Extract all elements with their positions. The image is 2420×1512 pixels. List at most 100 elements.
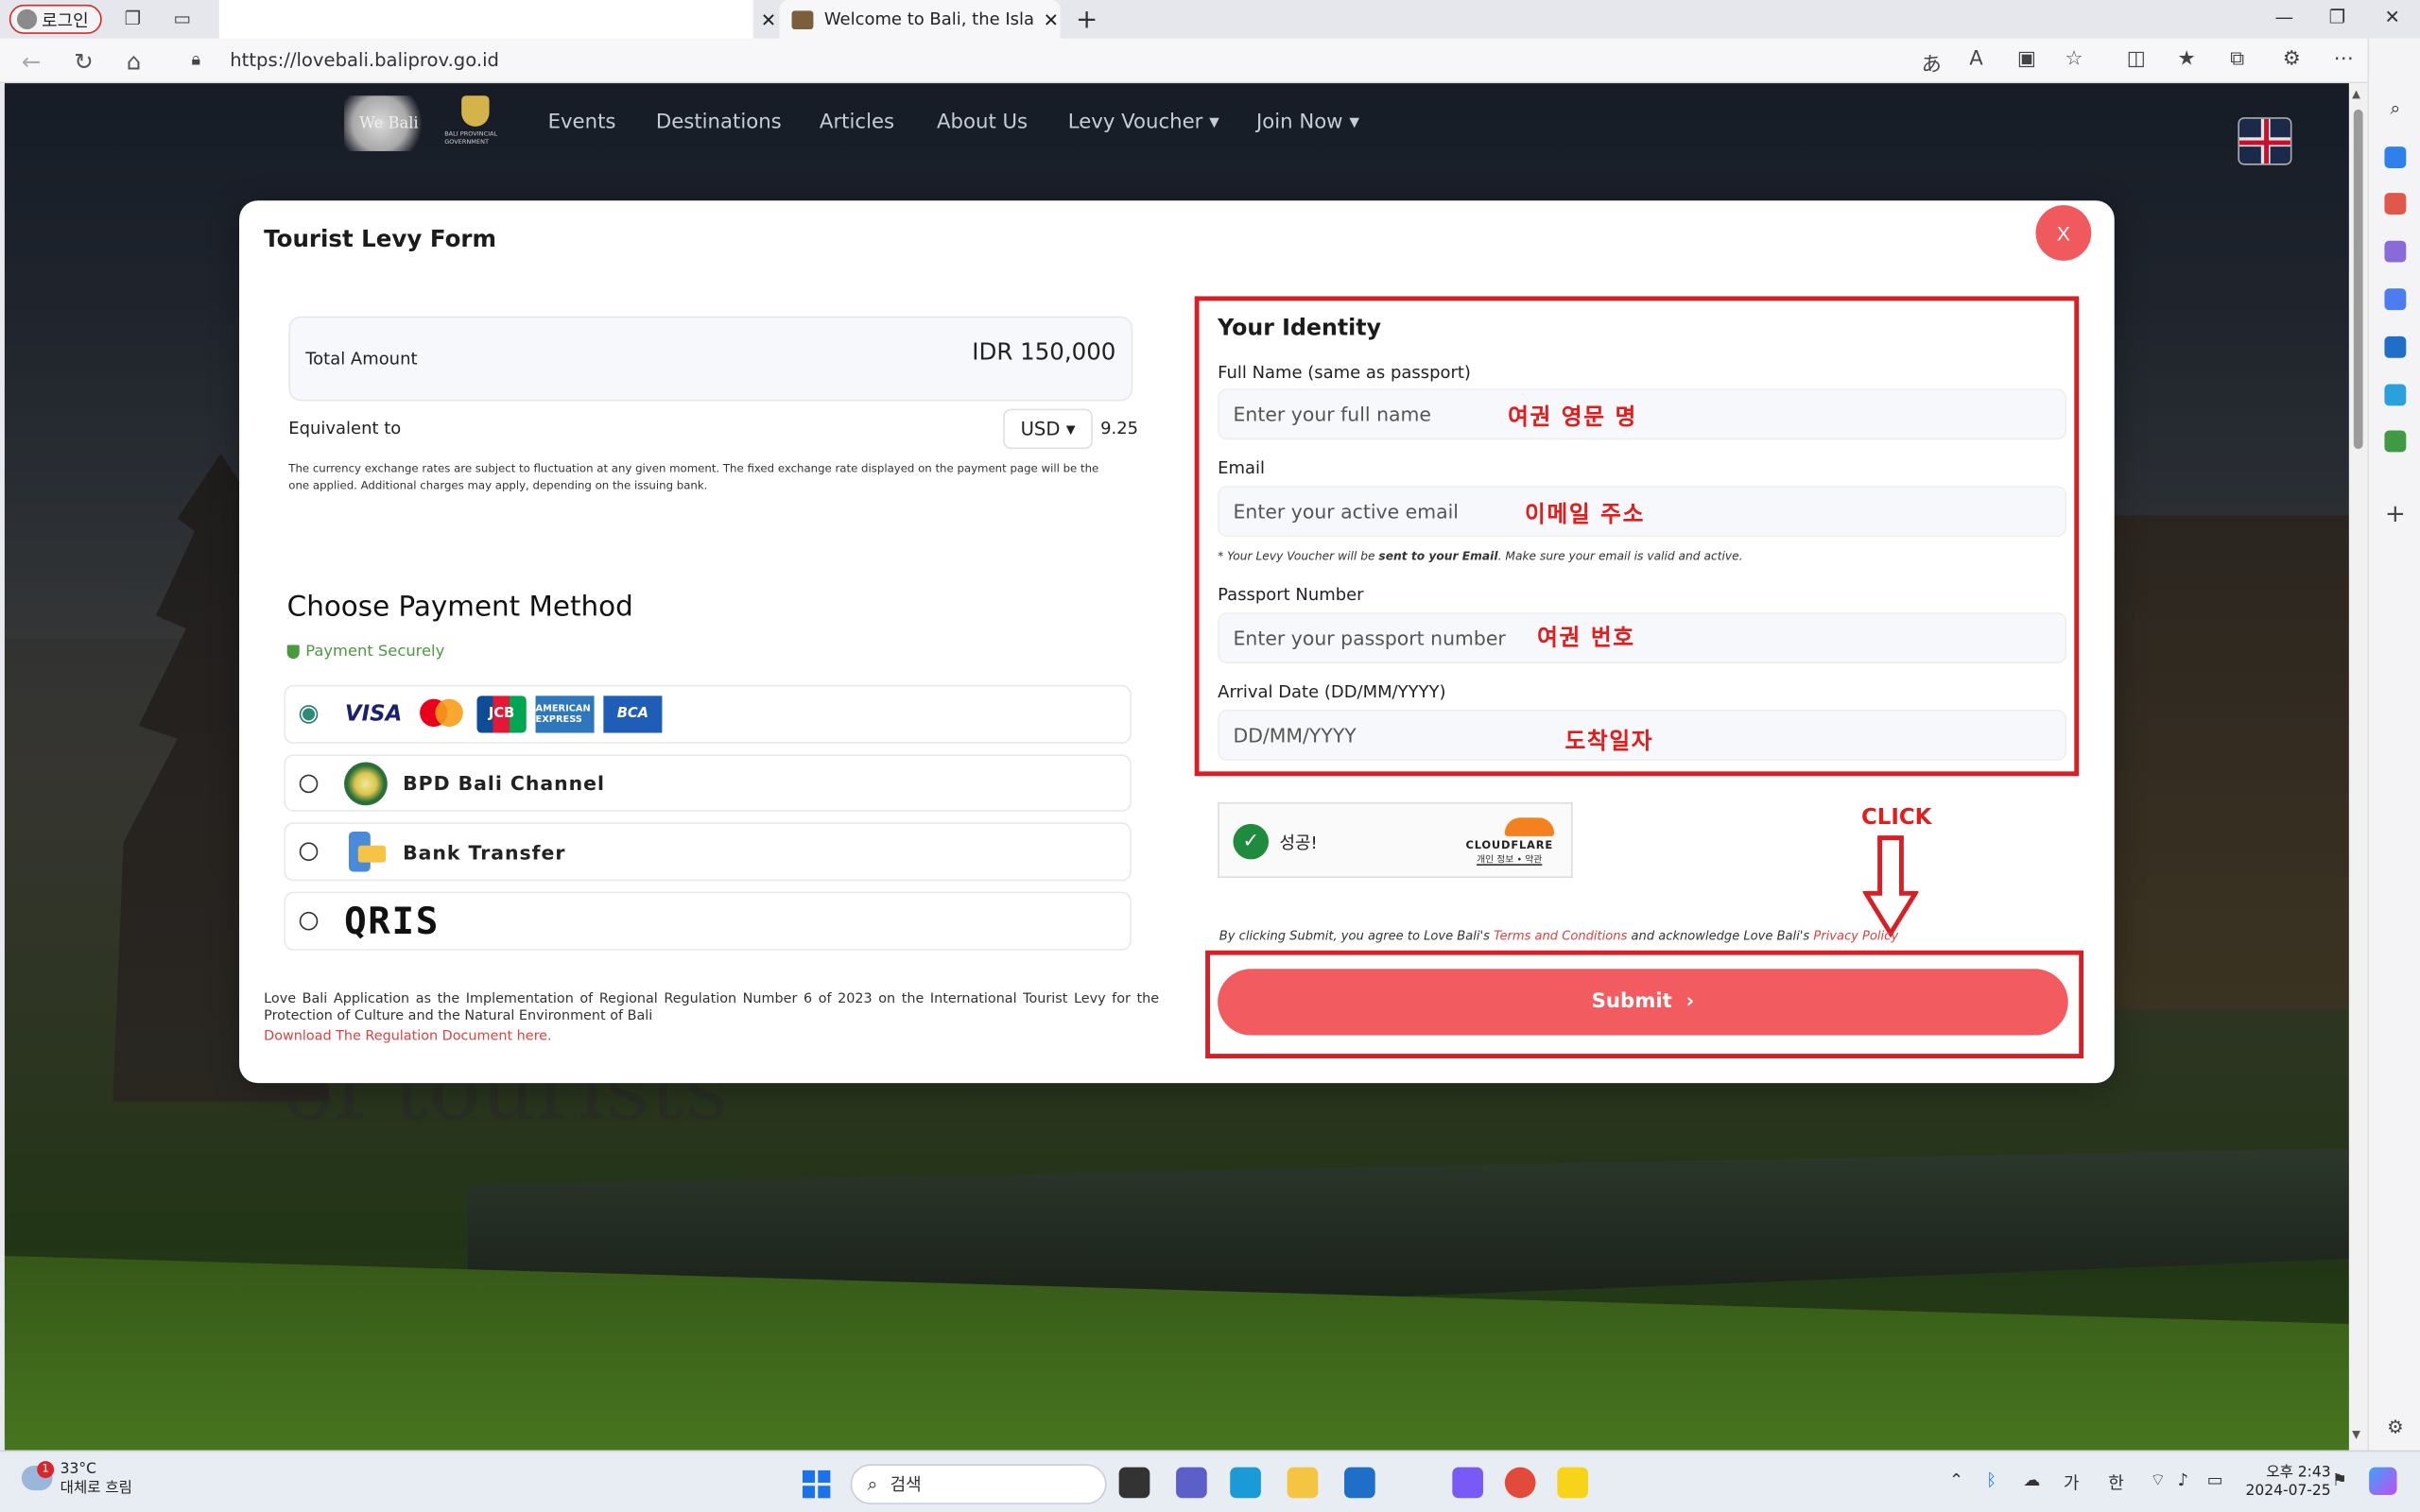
regulation-text: Love Bali Application as the Implementat… bbox=[264, 991, 1160, 1025]
close-modal-button[interactable]: X bbox=[2035, 205, 2092, 261]
full-name-input[interactable] bbox=[1218, 388, 2067, 440]
annotation-arrival: 도착일자 bbox=[1564, 730, 1654, 755]
captcha-links[interactable]: 개인 정보 • 약관 bbox=[1461, 851, 1557, 865]
onedrive-icon[interactable]: ☁ bbox=[2023, 1470, 2040, 1490]
annotation-arrow-down-icon bbox=[1862, 835, 1919, 938]
currency-select[interactable]: USD ▾ bbox=[1003, 408, 1093, 450]
shopping-icon[interactable] bbox=[2384, 146, 2407, 168]
copilot-taskbar-icon[interactable] bbox=[2369, 1467, 2397, 1496]
arrival-label: Arrival Date (DD/MM/YYYY) bbox=[1218, 681, 1446, 702]
start-button-icon[interactable] bbox=[802, 1469, 831, 1499]
payment-option-qris[interactable]: QRIS bbox=[284, 891, 1132, 951]
add-icon[interactable]: + bbox=[2384, 501, 2406, 525]
payment-option-label: BPD Bali Channel bbox=[403, 771, 605, 795]
scroll-up-icon[interactable]: ▲ bbox=[2352, 88, 2360, 100]
nav-events[interactable]: Events bbox=[548, 112, 616, 134]
battery-icon[interactable]: ▭ bbox=[2207, 1470, 2223, 1490]
nav-articles[interactable]: Articles bbox=[820, 112, 894, 134]
task-view-icon[interactable] bbox=[1118, 1467, 1150, 1499]
bali-government-logo[interactable]: BALI PROVINCIAL GOVERNMENT bbox=[444, 95, 506, 151]
terms-link[interactable]: Terms and Conditions bbox=[1494, 929, 1627, 943]
privacy-link[interactable]: Privacy Policy bbox=[1813, 929, 1898, 943]
nav-levy-voucher[interactable]: Levy Voucher ▾ bbox=[1068, 112, 1219, 134]
love-bali-logo[interactable]: We Bali bbox=[344, 95, 434, 151]
kakaotalk-icon[interactable] bbox=[1557, 1467, 1588, 1499]
payment-option-label: Bank Transfer bbox=[403, 839, 566, 864]
profile-button[interactable]: 로그인 bbox=[9, 4, 102, 34]
ime-mode[interactable]: 가 bbox=[2064, 1470, 2080, 1495]
total-label: Total Amount bbox=[305, 348, 418, 369]
refresh-icon[interactable]: ↻ bbox=[74, 48, 94, 76]
chrome-icon[interactable] bbox=[1504, 1467, 1536, 1499]
payment-option-card[interactable]: VISA JCB AMERICAN EXPRESS BCA bbox=[284, 684, 1132, 744]
close-window-icon[interactable]: ✕ bbox=[2384, 7, 2399, 28]
app-available-icon[interactable]: ▣ bbox=[2017, 48, 2036, 71]
tab-blank[interactable]: ✕ bbox=[218, 0, 776, 39]
new-tab-icon[interactable]: + bbox=[1076, 5, 1098, 36]
passport-input[interactable] bbox=[1218, 612, 2067, 664]
scroll-down-icon[interactable]: ▼ bbox=[2352, 1429, 2360, 1441]
extensions-icon[interactable]: ⚙ bbox=[2283, 48, 2301, 71]
total-amount-box: Total Amount IDR 150,000 bbox=[288, 316, 1133, 402]
m365-icon[interactable] bbox=[2384, 288, 2407, 311]
favorite-star-icon[interactable]: ☆ bbox=[2065, 48, 2083, 71]
search-icon[interactable]: ⌕ bbox=[2384, 97, 2406, 119]
language-flag-uk-icon[interactable] bbox=[2238, 117, 2292, 165]
app-icon[interactable] bbox=[1452, 1467, 1483, 1499]
split-screen-icon[interactable]: ◫ bbox=[2127, 48, 2146, 71]
tree-icon[interactable] bbox=[2384, 430, 2407, 453]
outlook-icon[interactable] bbox=[2384, 335, 2407, 358]
radio-unselected[interactable] bbox=[299, 911, 319, 931]
more-menu-icon[interactable]: ⋯ bbox=[2334, 48, 2354, 71]
close-tab-icon[interactable]: ✕ bbox=[1044, 9, 1059, 30]
volume-icon[interactable]: ♪ bbox=[2178, 1470, 2188, 1490]
workspaces-icon[interactable]: ❐ bbox=[122, 8, 144, 29]
minimize-icon[interactable]: — bbox=[2275, 7, 2294, 28]
nav-destinations[interactable]: Destinations bbox=[656, 112, 782, 134]
radio-unselected[interactable] bbox=[299, 773, 319, 793]
translate-icon[interactable]: あ bbox=[1922, 48, 1942, 77]
weather-widget[interactable]: 1 33°C 대체로 흐림 bbox=[21, 1461, 132, 1499]
payment-secure-badge: Payment Securely bbox=[286, 644, 444, 661]
tray-overflow-icon[interactable]: ⌃ bbox=[1949, 1470, 1963, 1490]
full-name-label: Full Name (same as passport) bbox=[1218, 362, 1471, 383]
payment-option-bpd[interactable]: BPD Bali Channel bbox=[284, 754, 1132, 812]
radio-selected[interactable] bbox=[299, 705, 319, 724]
annotation-email: 이메일 주소 bbox=[1525, 503, 1645, 528]
close-tab-icon[interactable]: ✕ bbox=[761, 9, 776, 30]
payment-option-bank-transfer[interactable]: Bank Transfer bbox=[284, 822, 1132, 882]
nav-about-us[interactable]: About Us bbox=[937, 112, 1028, 134]
wifi-icon[interactable]: ⌔ bbox=[2150, 1470, 2166, 1492]
restore-icon[interactable]: ❐ bbox=[2329, 7, 2346, 28]
cloudflare-captcha[interactable]: ✓ 성공! CLOUDFLARE 개인 정보 • 약관 bbox=[1218, 801, 1573, 878]
tools-icon[interactable] bbox=[2384, 193, 2407, 215]
notification-icon[interactable]: ⚑ bbox=[2332, 1470, 2347, 1490]
settings-icon[interactable]: ⚙ bbox=[2384, 1417, 2406, 1438]
checkmark-icon: ✓ bbox=[1233, 823, 1270, 860]
games-icon[interactable] bbox=[2384, 240, 2407, 263]
regulation-download-link[interactable]: Download The Regulation Document here. bbox=[264, 1029, 551, 1044]
home-icon[interactable]: ⌂ bbox=[127, 48, 142, 76]
bluetooth-icon[interactable]: ᛒ bbox=[1986, 1470, 1996, 1490]
mail-icon[interactable] bbox=[1344, 1467, 1375, 1499]
modal-title: Tourist Levy Form bbox=[264, 225, 497, 253]
taskbar-search[interactable]: ⌕ 검색 bbox=[850, 1464, 1107, 1504]
clock[interactable]: 오후 2:43 2024-07-25 bbox=[2246, 1464, 2331, 1502]
favorites-icon[interactable]: ★ bbox=[2178, 48, 2196, 71]
scroll-thumb[interactable] bbox=[2353, 109, 2363, 450]
tab-active[interactable]: Welcome to Bali, the Island of Gods ✕ bbox=[779, 0, 1061, 39]
read-aloud-icon[interactable]: A bbox=[1969, 48, 1983, 71]
tab-actions-icon[interactable]: ▭ bbox=[171, 8, 193, 29]
teams-icon[interactable] bbox=[1176, 1467, 1207, 1499]
collections-icon[interactable]: ⧉ bbox=[2230, 48, 2244, 71]
page-scrollbar[interactable]: ▲ ▼ bbox=[2348, 83, 2368, 1451]
file-explorer-icon[interactable] bbox=[1287, 1467, 1319, 1499]
url-field[interactable]: 🔒︎ https://lovebali.baliprov.go.id bbox=[173, 43, 2102, 77]
edge-icon[interactable] bbox=[1230, 1467, 1261, 1499]
radio-unselected[interactable] bbox=[299, 842, 319, 862]
nav-join-now[interactable]: Join Now ▾ bbox=[1256, 112, 1359, 134]
submit-button[interactable]: Submit › bbox=[1218, 969, 2068, 1036]
back-icon[interactable]: ← bbox=[22, 48, 42, 76]
telegram-icon[interactable] bbox=[2384, 384, 2407, 406]
ime-lang[interactable]: 한 bbox=[2108, 1470, 2124, 1495]
